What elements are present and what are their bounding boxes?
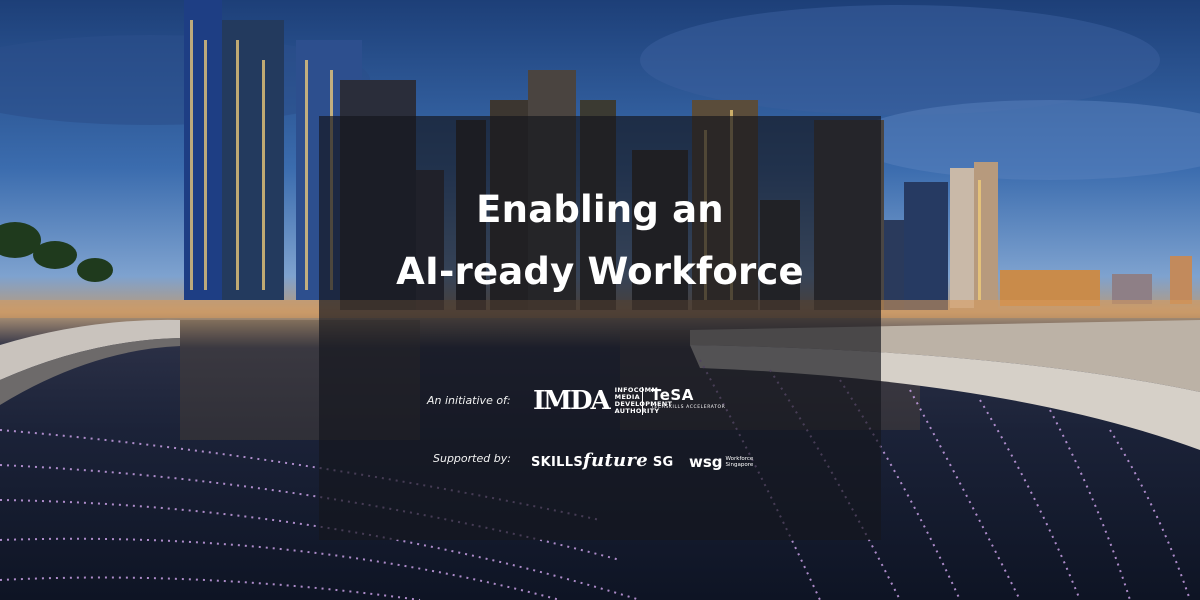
hero-banner: Enabling an AI-ready Workforce An initia… bbox=[0, 0, 1200, 600]
wsg-logo: wsg Workforce Singapore bbox=[689, 453, 753, 471]
headline-line-2: AI-ready Workforce bbox=[396, 250, 804, 293]
tesa-logo-tagline: TECHSKILLS ACCELERATOR bbox=[651, 405, 726, 410]
logo-divider bbox=[642, 387, 643, 415]
wsg-logo-name: Workforce Singapore bbox=[725, 456, 754, 468]
initiative-label: An initiative of: bbox=[427, 394, 511, 407]
tesa-logo: TeSA TECHSKILLS ACCELERATOR bbox=[651, 386, 725, 410]
content-overlay-panel: Enabling an AI-ready Workforce An initia… bbox=[319, 116, 881, 540]
wsg-logo-mark: wsg bbox=[689, 453, 723, 471]
headline-line-1: Enabling an bbox=[476, 188, 724, 231]
supported-label: Supported by: bbox=[433, 452, 511, 465]
tesa-logo-name: TeSA bbox=[651, 386, 694, 404]
skillsfuture-sg-logo: SKILLSfuture SG bbox=[531, 450, 674, 471]
imda-logo-mark: IMDA bbox=[533, 386, 611, 416]
